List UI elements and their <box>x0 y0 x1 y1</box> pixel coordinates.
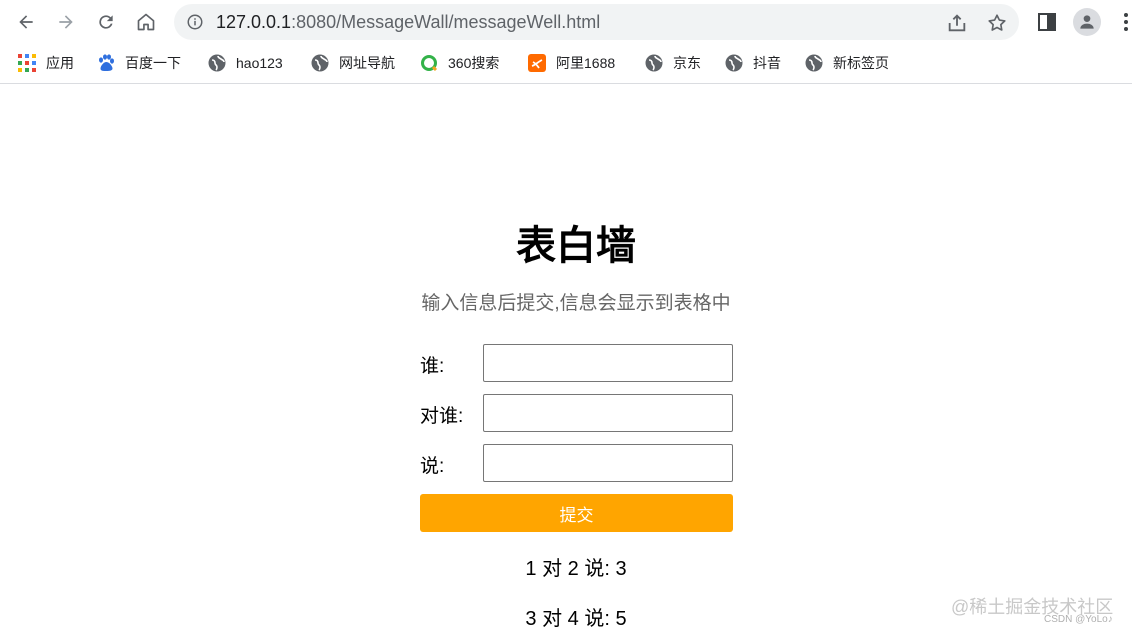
share-icon[interactable] <box>946 12 968 34</box>
info-icon[interactable] <box>186 13 204 31</box>
to-input[interactable] <box>483 394 733 432</box>
bookmark-ali1688[interactable]: 阿里1688 <box>528 52 615 74</box>
forward-arrow-icon <box>59 15 73 29</box>
csdn-watermark: CSDN @YoLo♪ <box>1044 614 1113 625</box>
message-item: 1 对 2 说: 3 <box>525 558 627 580</box>
reload-icon <box>99 15 113 29</box>
globe-icon <box>311 54 329 72</box>
bookmark-label: 抖音 <box>753 55 781 71</box>
forward-button[interactable] <box>52 8 80 36</box>
bookmark-baidu[interactable]: 百度一下 <box>97 52 181 74</box>
more-vert-icon[interactable] <box>1114 10 1132 34</box>
bookmark-site-nav[interactable]: 网址导航 <box>311 52 395 74</box>
from-label: 谁: <box>420 356 445 377</box>
message-row: 说: <box>420 444 733 482</box>
profile-avatar[interactable] <box>1073 8 1101 36</box>
back-arrow-icon <box>19 15 33 29</box>
browser-toolbar: 127.0.0.1:8080/MessageWall/messageWell.h… <box>0 0 1132 44</box>
bookmark-star-icon[interactable] <box>986 12 1008 34</box>
submit-button[interactable]: 提交 <box>420 494 733 532</box>
home-icon <box>137 13 155 31</box>
address-bar[interactable]: 127.0.0.1:8080/MessageWall/messageWell.h… <box>174 4 1019 40</box>
back-button[interactable] <box>12 8 40 36</box>
to-row: 对谁: <box>420 394 733 432</box>
bookmarks-bar: 应用 百度一下 hao123 网址导航 360搜索 阿里1688 京东 抖音 新… <box>0 44 1132 84</box>
bookmark-360-search[interactable]: 360搜索 <box>420 52 499 74</box>
message-label: 说: <box>420 456 445 477</box>
bookmark-label: 阿里1688 <box>556 55 616 71</box>
person-icon <box>1080 15 1094 29</box>
page-title: 表白墙 <box>516 224 636 268</box>
bookmark-label: 百度一下 <box>125 55 181 71</box>
bookmark-label: 应用 <box>46 55 74 71</box>
page-content: 表白墙 输入信息后提交,信息会显示到表格中 谁: 对谁: 说: 提交 1 对 2… <box>0 85 1132 633</box>
page-subtitle: 输入信息后提交,信息会显示到表格中 <box>421 293 731 314</box>
message-input[interactable] <box>483 444 733 482</box>
baidu-paw-icon <box>97 54 115 72</box>
url-text[interactable]: 127.0.0.1:8080/MessageWall/messageWell.h… <box>216 12 600 33</box>
bookmark-label: 京东 <box>673 55 701 71</box>
from-row: 谁: <box>420 344 733 382</box>
bookmark-douyin[interactable]: 抖音 <box>725 52 781 74</box>
side-panel-icon[interactable] <box>1035 10 1059 34</box>
ali1688-icon <box>528 54 546 72</box>
globe-icon <box>805 54 823 72</box>
apps-grid-icon <box>18 54 36 72</box>
globe-icon <box>725 54 743 72</box>
bookmark-new-tab[interactable]: 新标签页 <box>805 52 889 74</box>
bookmark-label: 新标签页 <box>833 55 889 71</box>
globe-icon <box>645 54 663 72</box>
bookmark-jd[interactable]: 京东 <box>645 52 701 74</box>
360-search-icon <box>420 54 438 72</box>
bookmark-hao123[interactable]: hao123 <box>208 52 283 74</box>
bookmark-label: 网址导航 <box>339 55 395 71</box>
url-host: 127.0.0.1 <box>216 12 292 32</box>
home-button[interactable] <box>132 8 160 36</box>
bookmark-label: 360搜索 <box>448 55 500 71</box>
url-path: :8080/MessageWall/messageWell.html <box>291 12 601 32</box>
bookmark-label: hao123 <box>236 55 283 71</box>
globe-icon <box>208 54 226 72</box>
to-label: 对谁: <box>420 406 464 427</box>
reload-button[interactable] <box>92 8 120 36</box>
bookmark-apps[interactable]: 应用 <box>18 52 74 74</box>
from-input[interactable] <box>483 344 733 382</box>
